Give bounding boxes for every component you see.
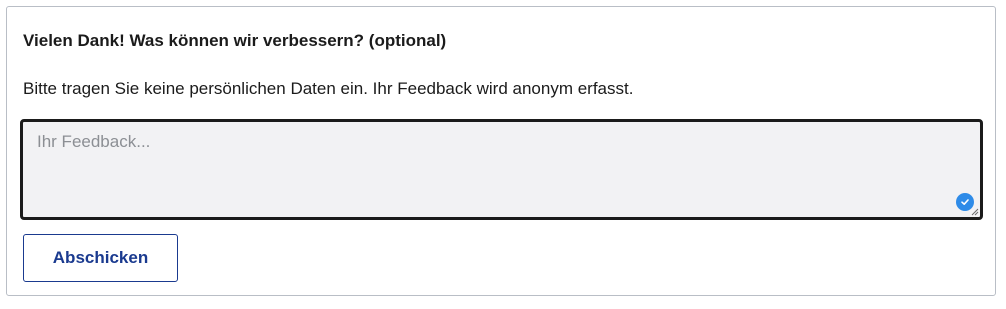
feedback-title: Vielen Dank! Was können wir verbessern? … (23, 31, 447, 50)
feedback-card: Vielen Dank! Was können wir verbessern? … (6, 6, 996, 296)
submit-button[interactable]: Abschicken (23, 234, 178, 282)
privacy-note: Bitte tragen Sie keine persönlichen Date… (23, 79, 634, 98)
feedback-textarea[interactable] (23, 122, 980, 217)
resize-handle-icon[interactable] (971, 208, 979, 216)
feedback-textarea-wrapper (20, 119, 983, 220)
